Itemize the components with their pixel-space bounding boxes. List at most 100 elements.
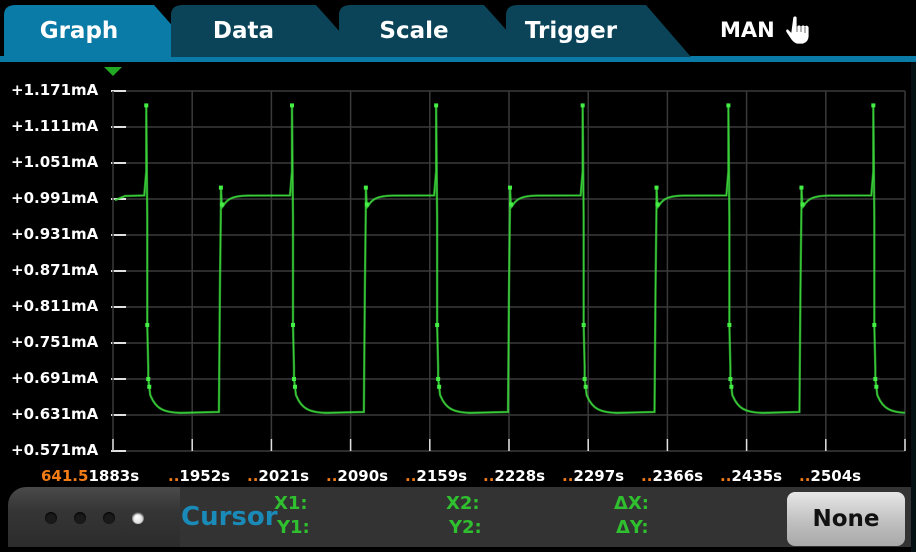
cursor-dx-label: ΔX: [614,493,650,514]
data-point [290,323,295,327]
x-tick-value: 2366s [652,467,704,485]
cursor-dy-label: ΔY: [616,517,649,538]
data-point [435,323,440,327]
data-point [289,103,294,108]
pager-dot-2[interactable] [74,512,86,524]
y-tick-label: +0.871mA [11,261,99,279]
data-point [800,202,805,207]
x-tick-prefix: .. [720,467,732,485]
y-tick-label: +0.631mA [11,405,99,423]
x-tick-label: ..2435s [720,467,782,485]
y-tick-label: +0.691mA [11,369,99,387]
data-point [434,103,439,108]
x-tick-prefix: .. [483,467,495,485]
x-tick-prefix: .. [641,467,653,485]
x-tick-label: ..2504s [799,467,861,485]
data-point [437,384,442,389]
y-tick-label: +1.051mA [11,153,99,171]
data-point [582,377,587,381]
trigger-marker-icon [104,67,122,76]
data-point [871,103,876,108]
x-tick-label: ..2159s [405,467,467,485]
mode-indicator[interactable]: MAN [720,15,775,45]
y-tick-label: +0.811mA [11,297,99,315]
data-point [147,384,152,389]
data-point [292,384,297,389]
pager-dot-1[interactable] [45,512,57,524]
data-point [218,185,223,190]
cursor-y1-label: Y1: [277,517,310,538]
data-point [436,377,441,381]
tab-scale[interactable]: Scale [339,5,509,57]
waveform-plot[interactable] [0,62,916,485]
data-point [654,185,659,190]
x-tick-prefix: .. [168,467,180,485]
data-point [364,202,369,207]
tab-trigger[interactable]: Trigger [506,5,696,57]
cursor-x1-label: X1: [274,493,308,514]
data-point [726,103,731,108]
x-tick-value: 2159s [416,467,468,485]
x-tick-label: ..2366s [641,467,703,485]
cursor-y2-label: Y2: [449,517,482,538]
pager-dot-3[interactable] [103,512,115,524]
x-tick-value: 2228s [494,467,546,485]
swipe-pager[interactable] [8,487,180,547]
x-tick-prefix: .. [799,467,811,485]
waveform-trace-highlight [114,105,905,415]
cursor-x2-label: X2: [446,493,480,514]
x-tick-label: ..2228s [483,467,545,485]
x-tick-label: ..2090s [326,467,388,485]
data-point [727,323,732,327]
x-tick-prefix: 641.5 [41,467,89,485]
y-tick-label: +0.931mA [11,225,99,243]
cursor-none-button[interactable]: None [787,492,905,546]
data-point [729,384,734,389]
x-tick-prefix: .. [326,467,338,485]
y-tick-label: +0.991mA [11,189,99,207]
data-point [580,103,585,108]
x-tick-label: ..2021s [247,467,309,485]
cursor-label: Cursor [181,502,278,532]
data-point [728,377,733,381]
tab-trigger-label: Trigger [524,18,618,44]
graph-area[interactable] [0,62,916,485]
x-tick-value: 2021s [258,467,310,485]
x-tick-label: ..2297s [562,467,624,485]
x-tick-value: 2435s [731,467,783,485]
tab-data-label: Data [212,18,275,44]
data-point [874,384,879,389]
x-tick-prefix: .. [562,467,574,485]
data-point [363,185,368,190]
x-tick-prefix: .. [247,467,259,485]
y-tick-label: +0.751mA [11,333,99,351]
x-tick-prefix: .. [405,467,417,485]
data-point [291,377,296,381]
data-point [219,202,224,207]
data-point [144,103,149,108]
x-tick-label: ..1952s [168,467,230,485]
tab-data[interactable]: Data [171,5,341,57]
x-tick-value: 1883s [88,467,140,485]
x-tick-value: 2504s [810,467,862,485]
data-point [508,185,512,190]
data-point [872,323,877,327]
data-point [873,377,878,381]
data-point [509,202,513,207]
x-tick-value: 2297s [573,467,625,485]
pager-dot-4-active[interactable] [132,512,144,524]
hand-pointer-icon [785,15,810,45]
x-tick-value: 1952s [179,467,231,485]
data-point [146,377,151,381]
tab-graph-label: Graph [39,18,119,44]
data-point [581,323,586,327]
data-point [655,202,660,207]
x-tick-value: 2090s [337,467,389,485]
tab-bar: Graph Data Scale Trigger MAN [0,0,916,62]
tab-scale-label: Scale [379,18,449,44]
data-point [145,323,150,327]
data-point [799,185,804,190]
y-tick-label: +0.571mA [11,441,99,459]
x-tick-label: 641.51883s [41,467,139,485]
data-point [583,384,588,389]
